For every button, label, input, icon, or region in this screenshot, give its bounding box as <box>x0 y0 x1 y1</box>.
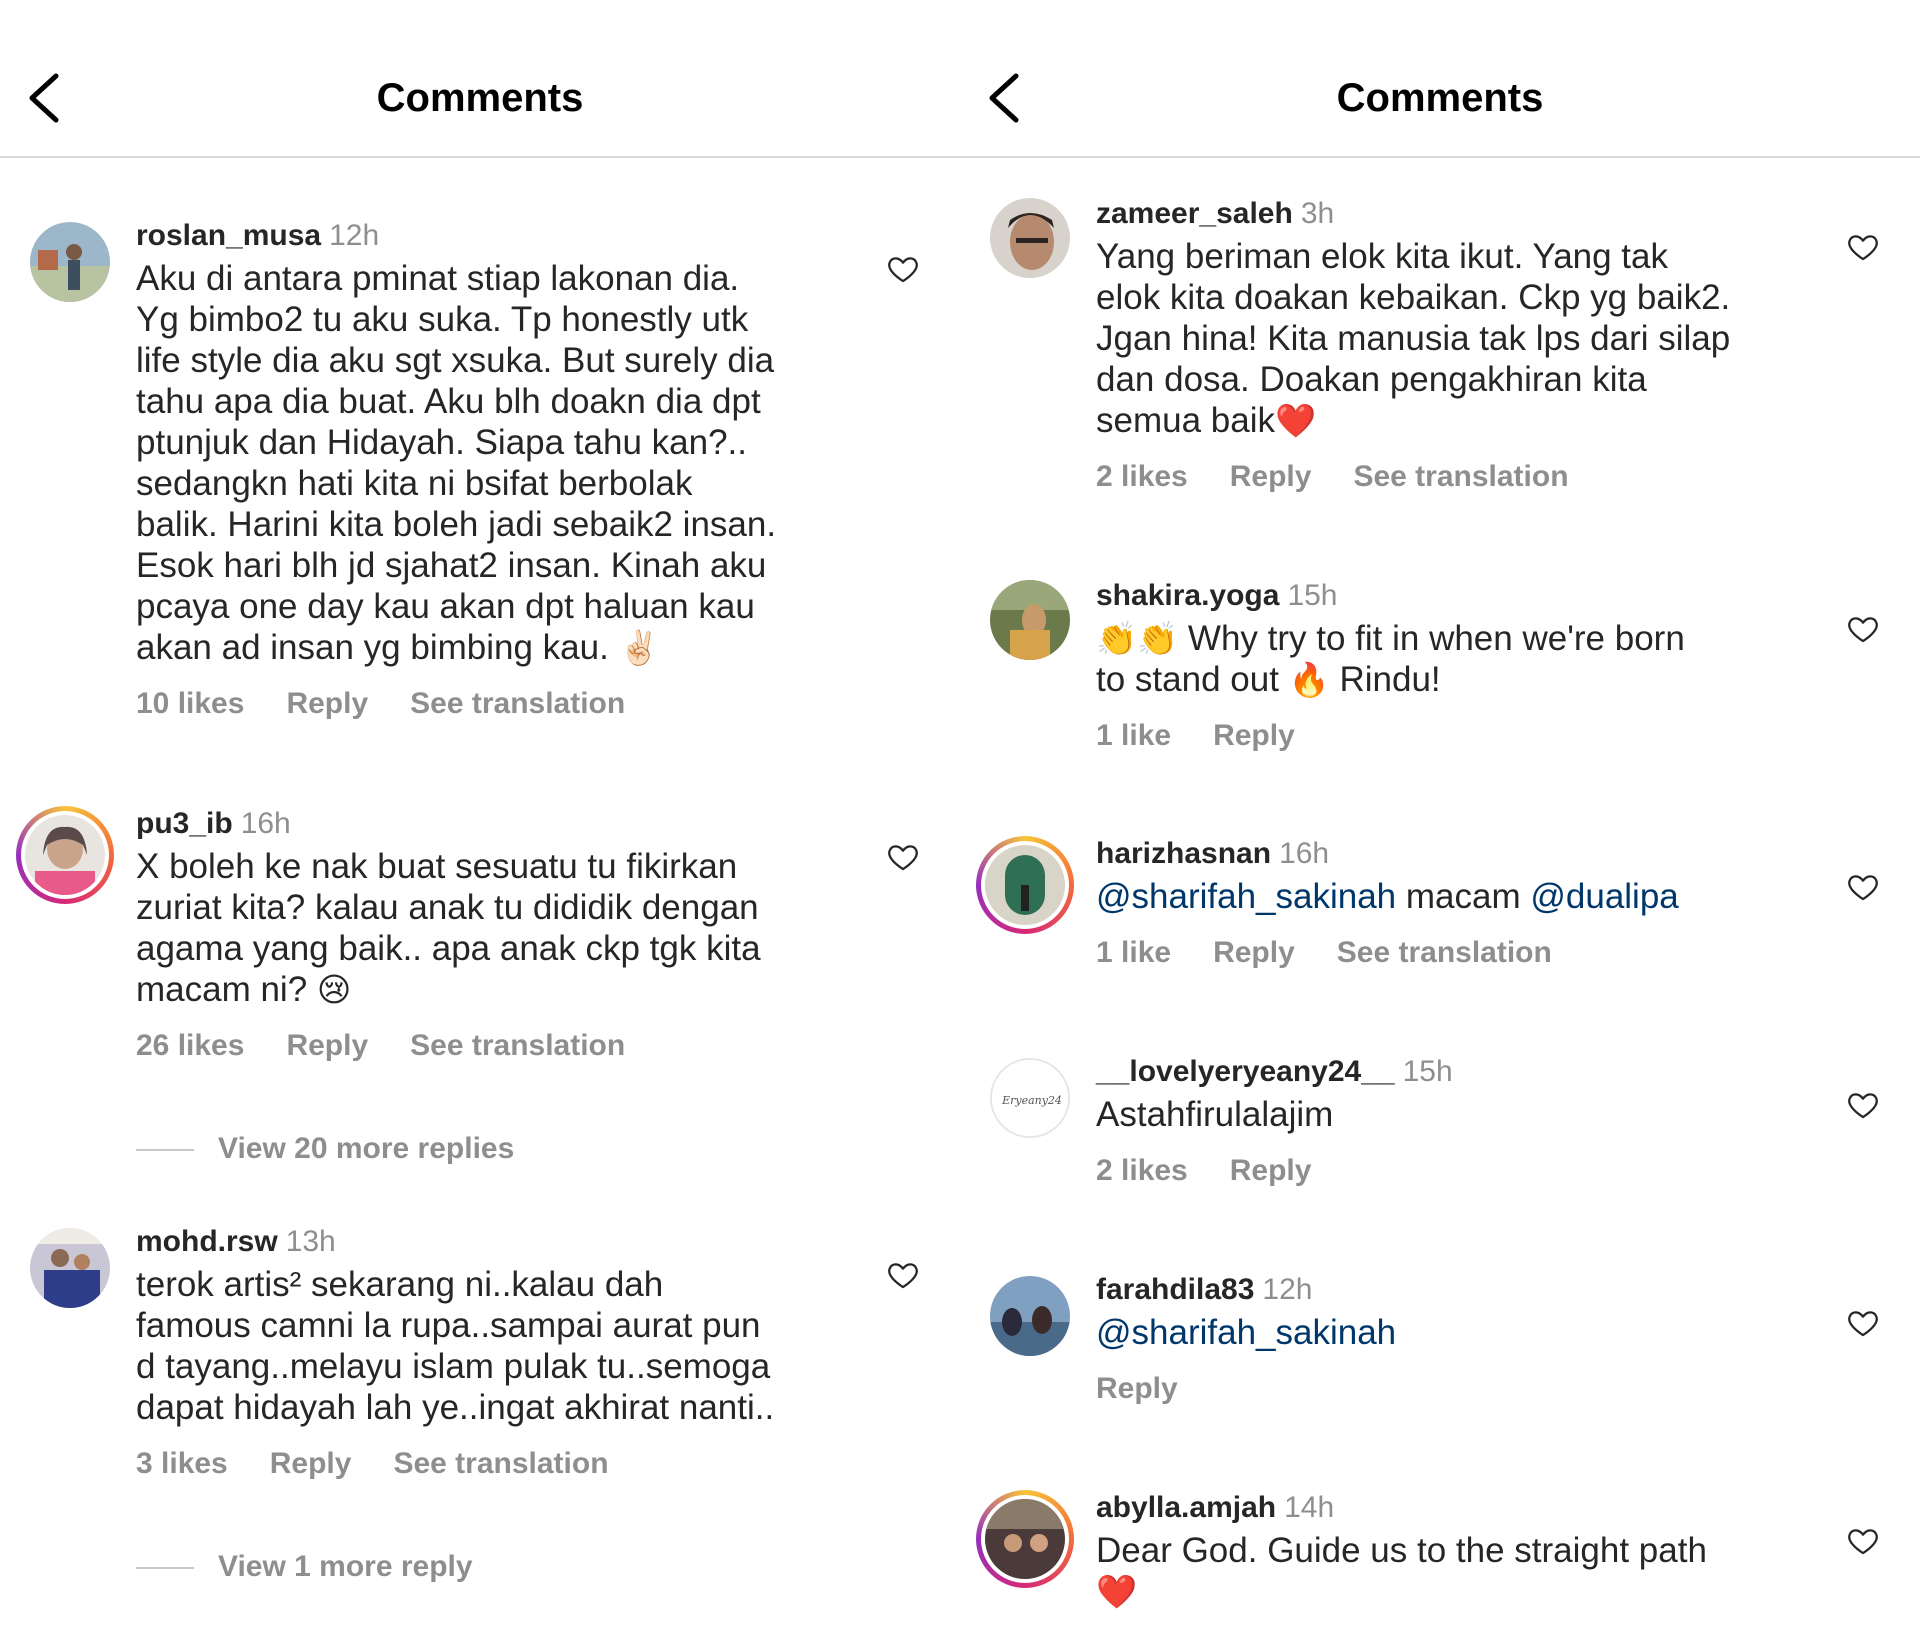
clapping-hands-emoji: 👏👏 <box>1096 619 1179 658</box>
comment-text: terok artis² sekarang ni..kalau dah famo… <box>136 1265 775 1427</box>
comment-text-body: Yang beriman elok kita ikut. Yang tak el… <box>1096 237 1731 440</box>
like-count[interactable]: 2 likes <box>1096 460 1188 493</box>
comments-panel-right: Comments zameer_saleh 3h Yang beriman elo… <box>960 0 1920 1631</box>
heart-icon[interactable] <box>886 1258 920 1292</box>
heart-icon[interactable] <box>1846 612 1880 646</box>
username[interactable]: mohd.rsw <box>136 1225 278 1258</box>
red-heart-emoji: ❤️ <box>1096 1572 1138 1611</box>
avatar-signature: Eryeany24 <box>1001 1094 1062 1107</box>
see-translation-button[interactable]: See translation <box>1337 936 1552 969</box>
comment-text: Aku di antara pminat stiap lakonan dia. … <box>136 258 850 668</box>
see-translation-button[interactable]: See translation <box>1353 460 1568 493</box>
comment-text: X boleh ke nak buat sesuatu tu fikirkan … <box>136 846 850 1010</box>
username[interactable]: farahdila83 <box>1096 1273 1254 1306</box>
see-translation-button[interactable]: See translation <box>410 1029 625 1062</box>
reply-thread-line <box>136 1567 194 1570</box>
timestamp: 12h <box>329 219 380 252</box>
view-replies-button[interactable]: View 1 more reply <box>136 1550 473 1584</box>
username[interactable]: shakira.yoga <box>1096 579 1279 612</box>
comments-panel-left: Comments roslan_musa 12h Aku di antara pm… <box>0 0 960 1631</box>
like-count[interactable]: 2 likes <box>1096 1154 1188 1187</box>
reply-button[interactable]: Reply <box>286 1029 368 1062</box>
see-translation-button[interactable]: See translation <box>393 1447 608 1480</box>
comment-text: 👏👏 Why try to fit in when we're born to … <box>1096 618 1810 700</box>
see-translation-button[interactable]: See translation <box>410 687 625 720</box>
like-count[interactable]: 10 likes <box>136 687 244 720</box>
like-count[interactable]: 26 likes <box>136 1029 244 1062</box>
comment-text-body: X boleh ke nak buat sesuatu tu fikirkan … <box>136 847 761 1009</box>
like-count[interactable]: 3 likes <box>136 1447 228 1480</box>
timestamp: 14h <box>1284 1491 1335 1524</box>
heart-icon[interactable] <box>1846 1524 1880 1558</box>
comment-text: @sharifah_sakinah <box>1096 1312 1810 1353</box>
timestamp: 16h <box>240 807 291 840</box>
avatar[interactable] <box>976 836 1074 934</box>
reply-button[interactable]: Reply <box>1230 460 1312 493</box>
reply-button[interactable]: Reply <box>270 1447 352 1480</box>
heart-icon[interactable] <box>1846 1088 1880 1122</box>
mention-link[interactable]: @sharifah_sakinah <box>1096 877 1396 916</box>
comment-text: Astahfirulalajim <box>1096 1095 1334 1134</box>
reply-button[interactable]: Reply <box>286 687 368 720</box>
comment-text-part: macam <box>1396 877 1531 916</box>
timestamp: 16h <box>1279 837 1330 870</box>
heart-icon[interactable] <box>886 252 920 286</box>
view-replies-label: View 1 more reply <box>218 1550 473 1583</box>
reply-button[interactable]: Reply <box>1213 936 1295 969</box>
reply-button[interactable]: Reply <box>1096 1372 1178 1405</box>
avatar[interactable] <box>976 1490 1074 1588</box>
reply-thread-line <box>136 1149 194 1152</box>
mention-link[interactable]: @sharifah_sakinah <box>1096 1313 1396 1352</box>
avatar[interactable]: Eryeany24 <box>990 1058 1070 1138</box>
avatar[interactable] <box>990 198 1070 278</box>
comment-text-body: Dear God. Guide us to the straight path <box>1096 1531 1707 1570</box>
heart-icon[interactable] <box>1846 1306 1880 1340</box>
crying-face-emoji: 😢 <box>316 970 352 1009</box>
username[interactable]: abylla.amjah <box>1096 1491 1276 1524</box>
heart-icon[interactable] <box>886 840 920 874</box>
page-title: Comments <box>376 76 584 120</box>
comment-text: Dear God. Guide us to the straight path ❤… <box>1096 1530 1810 1612</box>
comment-text: @sharifah_sakinah macam @dualipa <box>1096 876 1810 917</box>
avatar[interactable] <box>16 806 114 904</box>
username[interactable]: zameer_saleh <box>1096 197 1293 230</box>
fire-emoji: 🔥 <box>1288 660 1330 699</box>
page-title: Comments <box>1336 76 1544 120</box>
victory-hand-emoji: ✌🏻 <box>618 628 660 667</box>
timestamp: 3h <box>1300 197 1335 230</box>
avatar[interactable] <box>990 580 1070 660</box>
view-replies-label: View 20 more replies <box>218 1132 515 1165</box>
header-bar: Comments <box>960 0 1920 158</box>
username[interactable]: roslan_musa <box>136 219 321 252</box>
timestamp: 15h <box>1287 579 1338 612</box>
username[interactable]: harizhasnan <box>1096 837 1271 870</box>
username[interactable]: __lovelyeryeany24__ <box>1096 1055 1395 1088</box>
timestamp: 15h <box>1402 1055 1453 1088</box>
timestamp: 13h <box>285 1225 336 1258</box>
heart-icon[interactable] <box>1846 870 1880 904</box>
view-replies-button[interactable]: View 20 more replies <box>136 1132 514 1166</box>
comment-text: Yang beriman elok kita ikut. Yang tak el… <box>1096 236 1810 441</box>
like-count[interactable]: 1 like <box>1096 719 1171 752</box>
timestamp: 12h <box>1262 1273 1313 1306</box>
comment-text-body: Aku di antara pminat stiap lakonan dia. … <box>136 259 777 667</box>
header-bar: Comments <box>0 0 960 158</box>
comment-text-part: Rindu! <box>1329 660 1441 699</box>
avatar[interactable] <box>990 1276 1070 1356</box>
username[interactable]: pu3_ib <box>136 807 233 840</box>
reply-button[interactable]: Reply <box>1230 1154 1312 1187</box>
red-heart-emoji: ❤️ <box>1274 401 1317 440</box>
like-count[interactable]: 1 like <box>1096 936 1171 969</box>
avatar[interactable] <box>30 222 110 302</box>
mention-link[interactable]: @dualipa <box>1530 877 1678 916</box>
avatar[interactable] <box>30 1228 110 1308</box>
heart-icon[interactable] <box>1846 230 1880 264</box>
reply-button[interactable]: Reply <box>1213 719 1295 752</box>
